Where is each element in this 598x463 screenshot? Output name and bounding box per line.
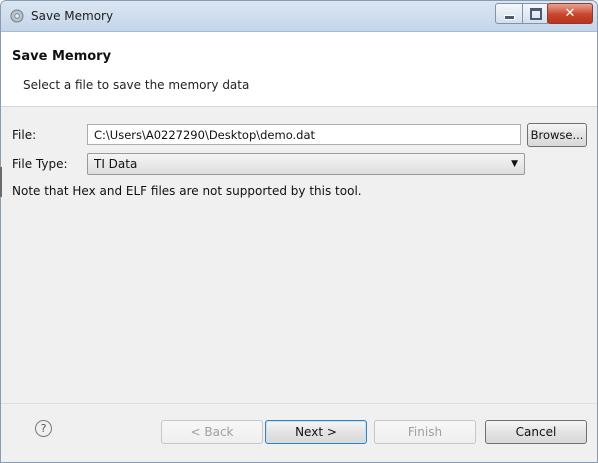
gear-icon	[10, 9, 24, 23]
minimize-button[interactable]	[495, 3, 523, 24]
footer-divider	[1, 403, 597, 404]
file-type-value: TI Data	[94, 157, 138, 171]
browse-button[interactable]: Browse...	[527, 123, 587, 147]
back-button[interactable]: < Back	[161, 420, 263, 444]
save-memory-dialog: Save Memory ✕ Save Memory Select a file …	[0, 0, 598, 463]
file-path-input[interactable]	[87, 124, 521, 145]
window-edge-mark	[0, 167, 2, 197]
maximize-icon	[530, 8, 542, 20]
window-title: Save Memory	[31, 9, 114, 23]
banner-description: Select a file to save the memory data	[23, 78, 250, 92]
format-note: Note that Hex and ELF files are not supp…	[12, 184, 362, 198]
banner-title: Save Memory	[12, 49, 112, 64]
chevron-down-icon: ▼	[511, 159, 518, 169]
header-banner: Save Memory Select a file to save the me…	[1, 32, 597, 107]
maximize-button[interactable]	[522, 3, 548, 24]
help-icon[interactable]: ?	[35, 420, 52, 437]
close-button[interactable]: ✕	[547, 3, 593, 24]
file-type-label: File Type:	[12, 157, 68, 171]
minimize-icon	[504, 15, 515, 20]
finish-button[interactable]: Finish	[374, 420, 476, 444]
title-bar[interactable]: Save Memory ✕	[1, 1, 597, 32]
close-icon: ✕	[564, 6, 576, 21]
file-label: File:	[12, 128, 37, 142]
file-type-select[interactable]: TI Data ▼	[87, 153, 525, 175]
next-button[interactable]: Next >	[265, 420, 367, 444]
cancel-button[interactable]: Cancel	[485, 420, 587, 444]
